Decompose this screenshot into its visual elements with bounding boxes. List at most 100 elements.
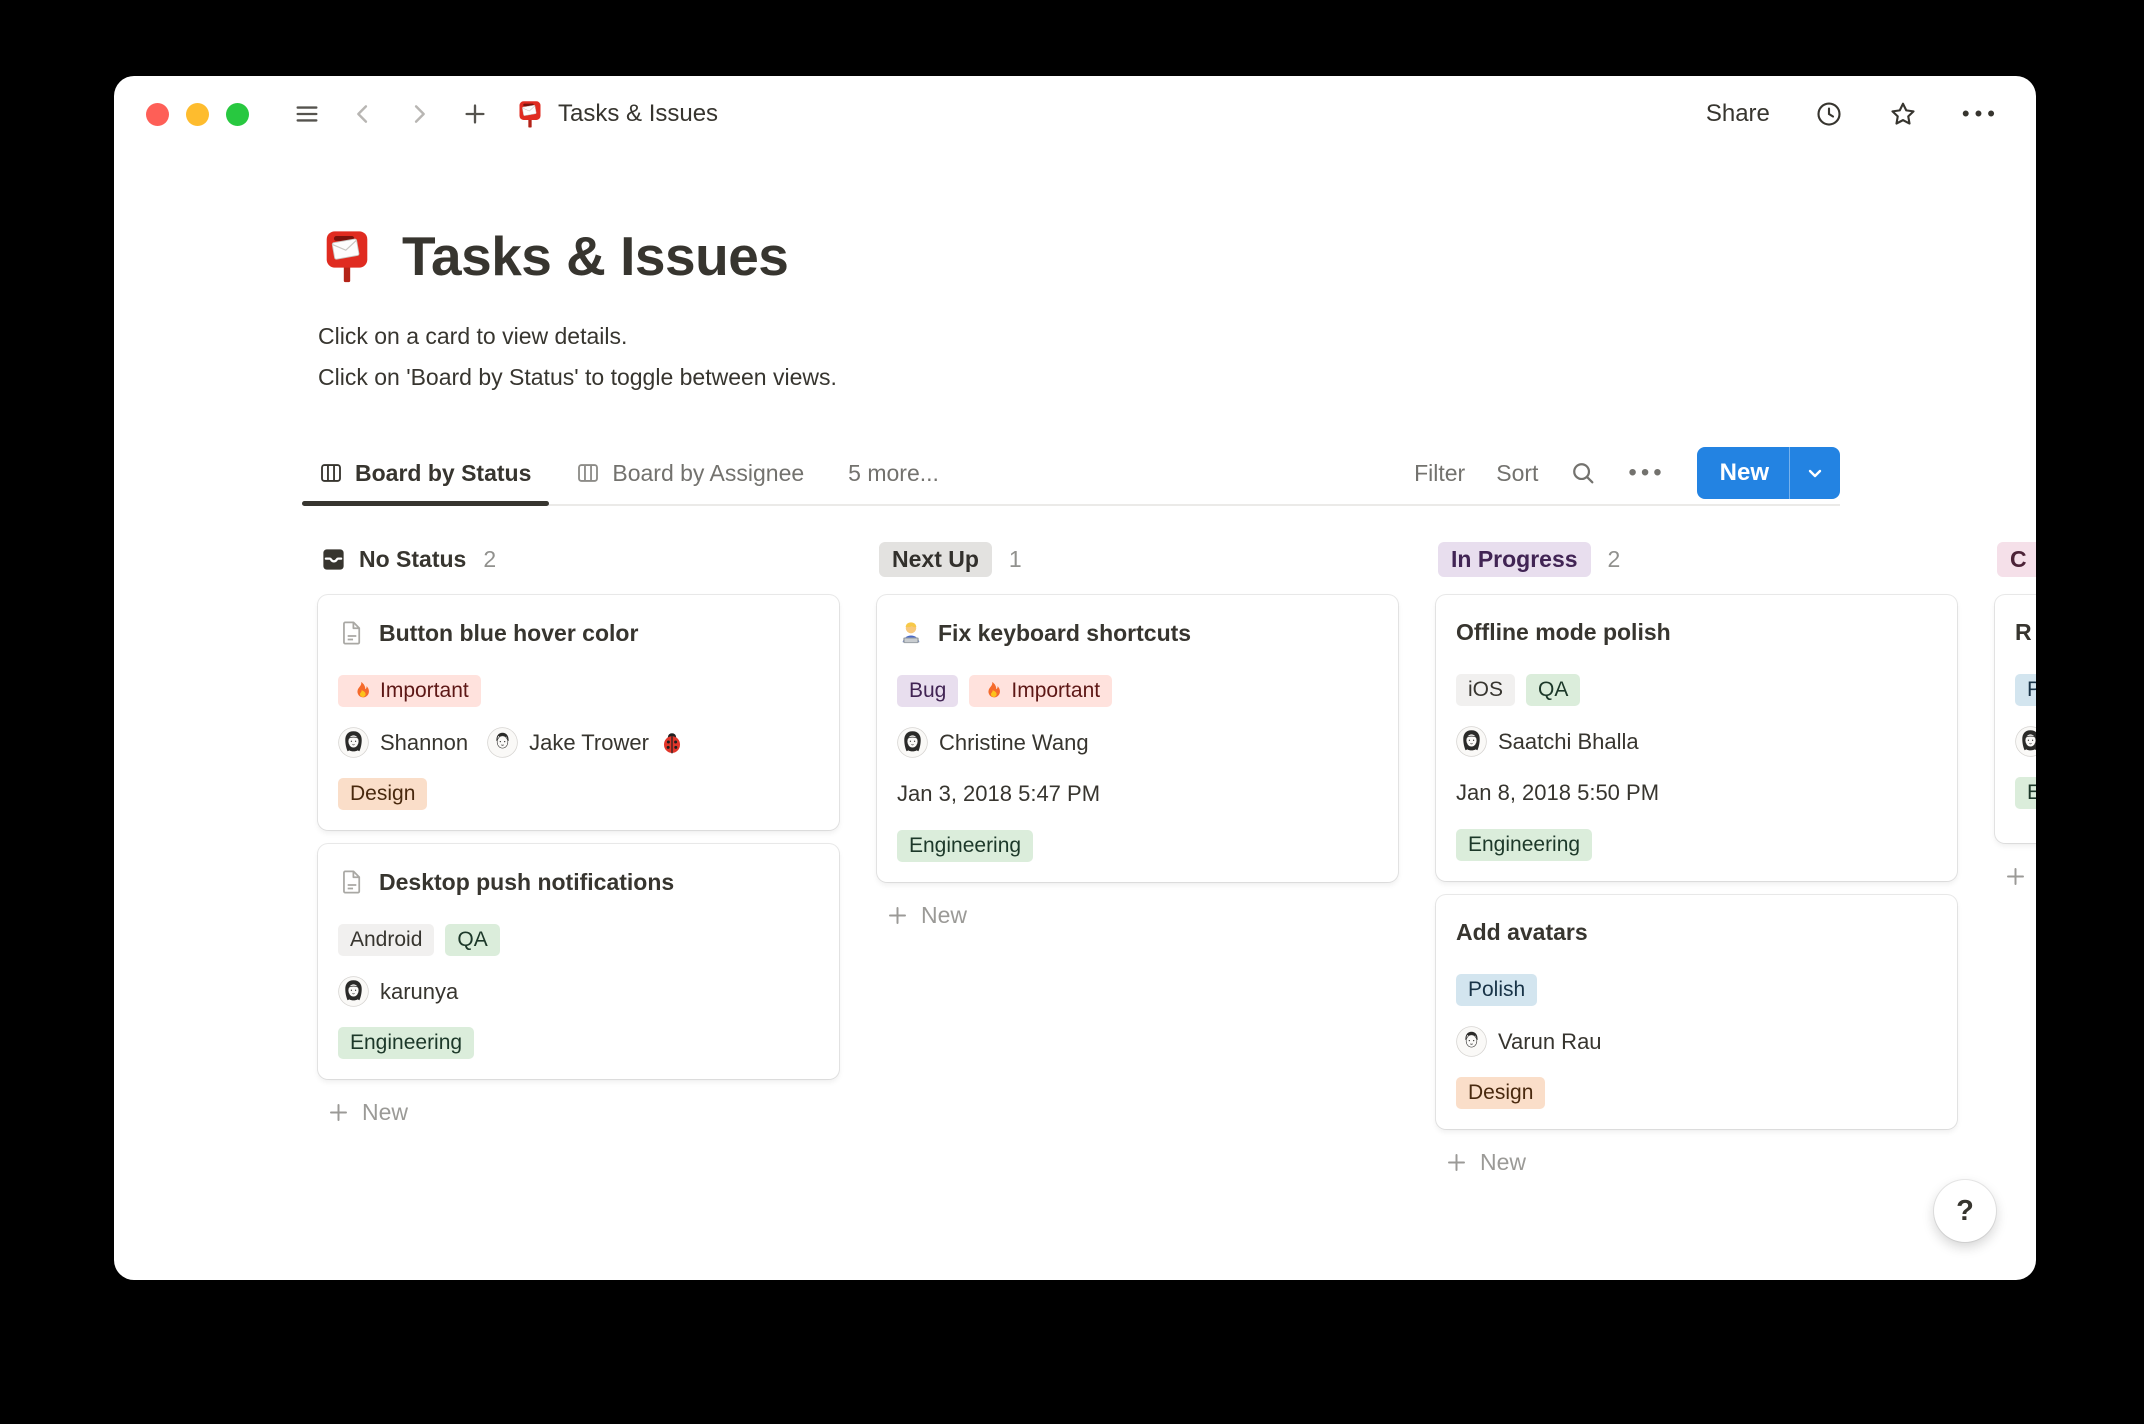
- add-card-label: New: [921, 902, 967, 929]
- plus-icon: [885, 903, 910, 928]
- mailbox-icon: [515, 99, 545, 129]
- more-options-icon[interactable]: •••: [1962, 103, 2000, 125]
- column-header[interactable]: Next Up 1: [877, 538, 1398, 580]
- add-card-button[interactable]: New: [877, 896, 1398, 935]
- assignee: Saatchi Bhalla: [1456, 726, 1639, 757]
- board-card[interactable]: Desktop push notifications AndroidQA kar…: [318, 844, 839, 1079]
- tag-pill: P: [2015, 674, 2036, 706]
- board-card[interactable]: Offline mode polish iOSQA Saatchi Bhalla…: [1436, 595, 1957, 881]
- board-card[interactable]: Button blue hover color Important Shanno…: [318, 595, 839, 830]
- card-title: Offline mode polish: [1456, 611, 1937, 654]
- new-button[interactable]: New: [1697, 447, 1840, 499]
- column-header[interactable]: C: [1995, 538, 2036, 580]
- sort-button[interactable]: Sort: [1496, 460, 1538, 487]
- tab-board-by-status[interactable]: Board by Status: [318, 442, 531, 504]
- desktop-background: Tasks & Issues Share ••• Tasks & Issues …: [0, 0, 2144, 1424]
- add-card-button[interactable]: New: [1436, 1143, 1957, 1182]
- board-card[interactable]: R P E: [1995, 595, 2036, 843]
- plus-icon: [326, 1100, 351, 1125]
- add-card-label: New: [1480, 1149, 1526, 1176]
- board-column-next-up: Next Up1 Fix keyboard shortcuts BugImpor…: [877, 538, 1398, 935]
- card-title: Add avatars: [1456, 911, 1937, 954]
- updates-clock-icon[interactable]: [1814, 99, 1844, 129]
- board-card[interactable]: Add avatars Polish Varun Rau Design: [1436, 895, 1957, 1129]
- view-options-icon[interactable]: •••: [1628, 461, 1665, 485]
- avatar: [338, 727, 369, 758]
- views-toolbar: Board by Status Board by Assignee 5 more…: [318, 442, 1840, 506]
- page-description-line: Click on a card to view details.: [318, 316, 2036, 357]
- tab-more-views[interactable]: 5 more...: [848, 442, 939, 504]
- tab-label: Board by Status: [355, 460, 531, 487]
- tab-label: 5 more...: [848, 460, 939, 487]
- avatar: [1456, 1026, 1487, 1057]
- tag-pill: Bug: [897, 675, 958, 707]
- card-people-row: Shannon Jake Trower: [338, 727, 819, 758]
- card-people-row: Christine Wang: [897, 727, 1378, 758]
- column-header[interactable]: In Progress2: [1436, 538, 1957, 580]
- card-tags-row: P: [2015, 674, 2036, 706]
- tag-pill: Engineering: [338, 1027, 474, 1059]
- assignee-name: karunya: [380, 979, 458, 1005]
- plus-icon: [1444, 1150, 1469, 1175]
- avatar: [1456, 726, 1487, 757]
- page-icon-mailbox[interactable]: [318, 227, 376, 285]
- tab-board-by-assignee[interactable]: Board by Assignee: [575, 442, 804, 504]
- page-content: Tasks & Issues Click on a card to view d…: [114, 224, 2036, 1182]
- back-icon[interactable]: [349, 100, 377, 128]
- board-card[interactable]: Fix keyboard shortcuts BugImportant Chri…: [877, 595, 1398, 882]
- assignee-name: Varun Rau: [1498, 1029, 1602, 1055]
- assignee: Varun Rau: [1456, 1026, 1602, 1057]
- new-button-label[interactable]: New: [1697, 447, 1789, 499]
- card-tags-row: Engineering: [897, 830, 1378, 862]
- tag-pill: Important: [969, 675, 1112, 707]
- tag-pill: Android: [338, 924, 434, 956]
- card-tags-row: Design: [1456, 1077, 1937, 1109]
- sidebar-menu-icon[interactable]: [293, 100, 321, 128]
- assignee-name: Christine Wang: [939, 730, 1089, 756]
- board-view-icon: [575, 460, 601, 486]
- column-count: 2: [483, 546, 496, 573]
- chevron-down-icon[interactable]: [1790, 447, 1840, 499]
- traffic-lights: [146, 103, 249, 126]
- avatar: [897, 727, 928, 758]
- document-icon: [338, 619, 366, 647]
- search-icon[interactable]: [1569, 459, 1597, 487]
- board: No Status 2 Button blue hover color Impor…: [318, 538, 2036, 1182]
- card-tags-row: Engineering: [338, 1027, 819, 1059]
- tag-pill: E: [2015, 777, 2036, 809]
- tag-pill: iOS: [1456, 674, 1515, 706]
- forward-icon[interactable]: [405, 100, 433, 128]
- assignee-name: Saatchi Bhalla: [1498, 729, 1639, 755]
- minimize-window-button[interactable]: [186, 103, 209, 126]
- tab-label: Board by Assignee: [612, 460, 804, 487]
- new-tab-plus-icon[interactable]: [461, 100, 489, 128]
- close-window-button[interactable]: [146, 103, 169, 126]
- column-header[interactable]: No Status 2: [318, 538, 839, 580]
- tag-pill: QA: [445, 924, 499, 956]
- zoom-window-button[interactable]: [226, 103, 249, 126]
- filter-button[interactable]: Filter: [1414, 460, 1465, 487]
- breadcrumb[interactable]: Tasks & Issues: [515, 99, 718, 129]
- column-title-pill: Next Up: [879, 542, 992, 577]
- page-description-line: Click on 'Board by Status' to toggle bet…: [318, 357, 2036, 398]
- flame-icon: [350, 680, 372, 702]
- share-button[interactable]: Share: [1706, 100, 1770, 128]
- avatar: [487, 727, 518, 758]
- card-people-row: karunya: [338, 976, 819, 1007]
- tag-pill: Polish: [1456, 974, 1537, 1006]
- tag-pill: Engineering: [897, 830, 1033, 862]
- help-button[interactable]: ?: [1934, 1180, 1996, 1242]
- card-tags-row: E: [2015, 777, 2036, 809]
- favorite-star-icon[interactable]: [1888, 99, 1918, 129]
- assignee-name: Shannon: [380, 730, 468, 756]
- column-title: No Status: [359, 546, 466, 573]
- column-count: 1: [1009, 546, 1022, 573]
- board-column-no-status: No Status 2 Button blue hover color Impor…: [318, 538, 839, 1132]
- flame-icon: [981, 680, 1003, 702]
- add-card-button[interactable]: New: [318, 1093, 839, 1132]
- tag-pill: Design: [338, 778, 427, 810]
- card-people-row: [2015, 726, 2036, 757]
- add-card-button[interactable]: New: [1995, 857, 2036, 896]
- assignee: [2015, 726, 2036, 757]
- card-title: Button blue hover color: [338, 611, 819, 655]
